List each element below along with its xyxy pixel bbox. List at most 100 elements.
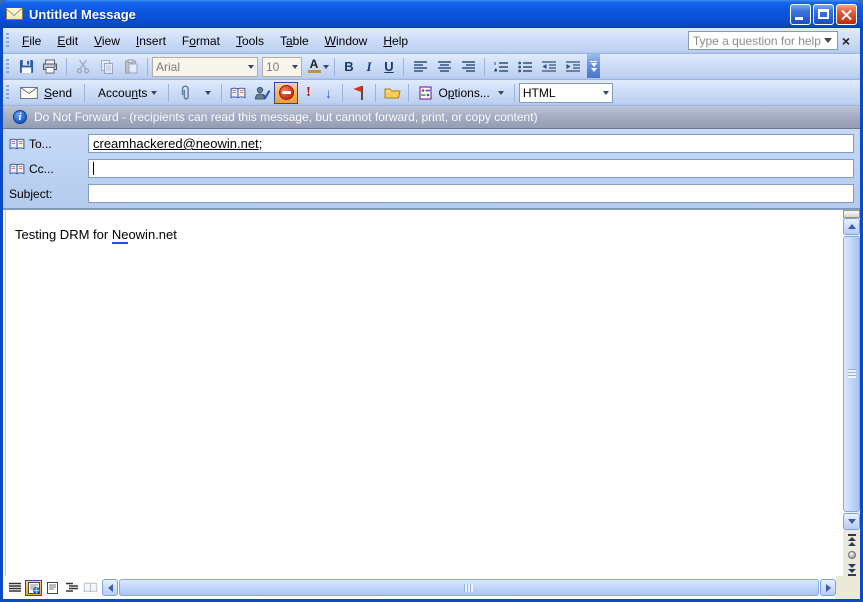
title-bar: Untitled Message <box>0 0 863 28</box>
close-button[interactable] <box>836 3 857 25</box>
subject-label-wrap: Subject: <box>9 187 88 201</box>
bulleted-list-button[interactable] <box>513 56 537 78</box>
separator <box>375 83 377 102</box>
paste-button[interactable] <box>119 56 143 78</box>
to-input[interactable]: creamhackered@neowin.net; <box>88 134 854 153</box>
text-cursor <box>93 162 94 175</box>
align-right-button[interactable] <box>456 56 480 78</box>
menu-view[interactable]: View <box>86 31 128 51</box>
maximize-icon <box>818 8 829 19</box>
toolbar-options-button[interactable] <box>587 54 600 78</box>
menu-tools[interactable]: Tools <box>228 31 272 51</box>
separator <box>66 57 67 76</box>
menu-table[interactable]: Table <box>272 31 317 51</box>
horizontal-scrollbar[interactable] <box>102 579 836 596</box>
font-color-dropdown-icon <box>322 64 329 69</box>
menu-insert[interactable]: Insert <box>128 31 174 51</box>
message-flag-button[interactable] <box>347 82 371 104</box>
message-format-combobox[interactable]: HTML <box>518 82 613 103</box>
font-size-combobox[interactable]: 10 <box>262 56 302 77</box>
select-browse-object-button[interactable] <box>845 549 858 561</box>
subject-label: Subject: <box>9 186 53 201</box>
attach-file-button[interactable] <box>173 82 197 104</box>
horizontal-scroll-track[interactable] <box>119 579 819 596</box>
decrease-indent-icon <box>542 60 556 72</box>
scroll-down-button[interactable] <box>843 513 860 530</box>
outline-view-button[interactable] <box>63 580 80 596</box>
normal-view-icon <box>8 582 21 592</box>
vertical-scrollbar[interactable] <box>843 210 860 576</box>
cut-button[interactable] <box>71 56 95 78</box>
vertical-scroll-thumb[interactable] <box>843 236 860 512</box>
print-button[interactable] <box>38 56 62 78</box>
permission-button[interactable] <box>274 81 299 104</box>
font-name-combobox[interactable]: Arial <box>152 56 258 77</box>
message-body[interactable]: Testing DRM for Neowin.net <box>3 209 860 576</box>
menubar-drag-handle[interactable] <box>6 32 9 49</box>
separator <box>513 83 515 102</box>
normal-view-button[interactable] <box>6 580 23 596</box>
font-color-icon: A <box>307 58 321 73</box>
formatting-toolbar-drag-handle[interactable] <box>6 58 9 75</box>
importance-low-button[interactable]: ↓ <box>318 82 338 104</box>
cc-button[interactable]: Cc... <box>9 162 88 176</box>
align-center-button[interactable] <box>432 56 456 78</box>
separator <box>168 83 170 102</box>
decrease-indent-button[interactable] <box>537 56 561 78</box>
increase-indent-icon <box>566 60 580 72</box>
minimize-button[interactable] <box>790 3 811 25</box>
envelope-icon <box>6 8 23 20</box>
next-page-button[interactable] <box>845 564 858 576</box>
italic-button[interactable]: I <box>359 56 379 78</box>
importance-high-button[interactable]: ! <box>298 82 318 104</box>
attach-dropdown-button[interactable] <box>197 82 217 104</box>
menu-help[interactable]: Help <box>375 31 416 51</box>
font-color-button[interactable]: A <box>306 56 330 78</box>
align-left-button[interactable] <box>408 56 432 78</box>
scroll-left-button[interactable] <box>102 579 118 596</box>
check-names-button[interactable] <box>250 82 274 104</box>
copy-button[interactable] <box>95 56 119 78</box>
ruler-toggle-button[interactable] <box>843 210 860 218</box>
menu-window[interactable]: Window <box>317 31 376 51</box>
scroll-up-button[interactable] <box>843 218 860 235</box>
cc-input[interactable] <box>88 159 854 178</box>
scroll-right-button[interactable] <box>820 579 836 596</box>
bold-button[interactable]: B <box>339 56 359 78</box>
subject-input[interactable] <box>88 184 854 203</box>
accounts-dropdown-icon <box>151 90 158 95</box>
numbered-list-button[interactable] <box>489 56 513 78</box>
to-button[interactable]: To... <box>9 137 88 151</box>
maximize-button[interactable] <box>813 3 834 25</box>
menu-edit[interactable]: Edit <box>49 31 86 51</box>
menubar-close-icon[interactable]: × <box>838 34 854 48</box>
accounts-button[interactable]: Accounts <box>89 82 164 104</box>
send-button[interactable]: Send <box>14 82 80 104</box>
create-rule-button[interactable] <box>380 82 404 104</box>
message-format-value: HTML <box>522 85 556 100</box>
print-layout-view-button[interactable] <box>44 580 61 596</box>
menu-file[interactable]: File <box>14 31 49 51</box>
options-button[interactable]: Options... <box>413 82 509 104</box>
menu-format[interactable]: Format <box>174 31 228 51</box>
increase-indent-button[interactable] <box>561 56 585 78</box>
horizontal-scroll-thumb[interactable] <box>119 579 819 596</box>
address-book-button[interactable] <box>226 82 250 104</box>
save-button[interactable] <box>14 56 38 78</box>
paperclip-icon <box>182 85 190 100</box>
font-size-value: 10 <box>266 59 280 74</box>
arrow-right-icon <box>825 583 831 592</box>
copy-icon <box>101 60 113 74</box>
help-question-box: × <box>687 31 854 50</box>
underline-button[interactable]: U <box>379 56 399 78</box>
previous-page-button[interactable] <box>845 534 858 546</box>
view-switcher <box>3 579 102 596</box>
thumb-grip <box>464 584 473 592</box>
question-dropdown-icon[interactable] <box>823 38 832 43</box>
web-layout-view-button[interactable] <box>25 579 42 596</box>
question-input[interactable] <box>687 31 838 50</box>
spellcheck-mark: Ne <box>111 227 129 244</box>
window-controls <box>790 3 857 25</box>
message-toolbar-drag-handle[interactable] <box>6 84 9 101</box>
reading-layout-view-button[interactable] <box>82 580 99 596</box>
